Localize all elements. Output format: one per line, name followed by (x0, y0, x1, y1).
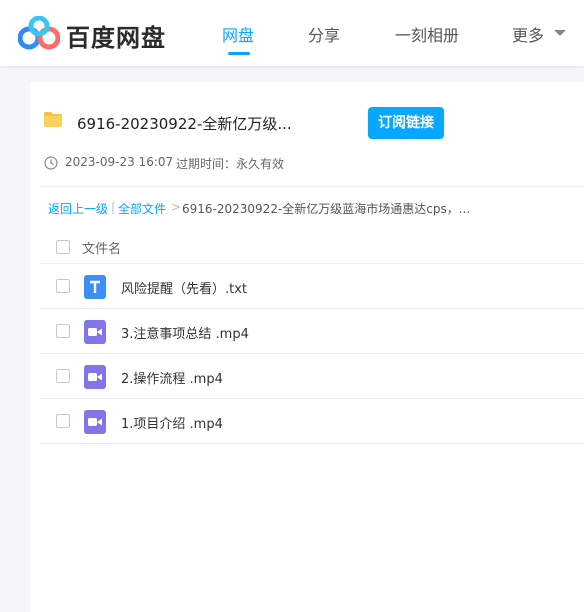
nav-album[interactable]: 一刻相册 (395, 22, 459, 46)
row-divider (40, 443, 584, 444)
row-checkbox[interactable] (56, 369, 70, 383)
txt-file-icon (84, 275, 106, 299)
video-file-icon (84, 365, 106, 389)
file-name[interactable]: 风险提醒（先看）.txt (121, 278, 247, 297)
chevron-down-icon[interactable] (554, 30, 566, 36)
share-card: 6916-20230922-全新亿万级... 订阅链接 2023-09-23 1… (30, 82, 584, 612)
file-row[interactable]: 3.注意事项总结 .mp4 (40, 309, 584, 354)
select-all-checkbox[interactable] (56, 240, 70, 254)
baidu-netdisk-logo-icon[interactable] (18, 16, 60, 52)
breadcrumb-arrow: > (171, 200, 182, 214)
nav-share[interactable]: 分享 (308, 22, 340, 46)
breadcrumb-separator: | (111, 200, 116, 214)
folder-icon (44, 112, 62, 127)
column-header-filename[interactable]: 文件名 (82, 238, 121, 257)
nav-more[interactable]: 更多 (512, 22, 544, 46)
expire-time: 过期时间：永久有效 (176, 157, 285, 171)
row-checkbox[interactable] (56, 324, 70, 338)
row-checkbox[interactable] (56, 414, 70, 428)
nav-netdisk[interactable]: 网盘 (222, 22, 254, 46)
file-name[interactable]: 3.注意事项总结 .mp4 (121, 323, 249, 342)
file-row[interactable]: 2.操作流程 .mp4 (40, 354, 584, 399)
active-nav-indicator (228, 52, 250, 55)
subscribe-button[interactable]: 订阅链接 (368, 107, 444, 139)
file-row[interactable]: 1.项目介绍 .mp4 (40, 399, 584, 444)
video-file-icon (84, 320, 106, 344)
brand-name[interactable]: 百度网盘 (66, 18, 166, 53)
top-bar: 百度网盘 网盘 分享 一刻相册 更多 (0, 0, 584, 66)
breadcrumb-current: 6916-20230922-全新亿万级蓝海市场通惠达cps，... (182, 202, 471, 216)
clock-icon (44, 156, 58, 170)
breadcrumb-back-link[interactable]: 返回上一级 (48, 200, 108, 217)
file-name[interactable]: 1.项目介绍 .mp4 (121, 413, 223, 432)
row-checkbox[interactable] (56, 279, 70, 293)
share-title: 6916-20230922-全新亿万级... (77, 115, 292, 133)
divider (40, 186, 584, 187)
share-date: 2023-09-23 16:07 (65, 155, 174, 169)
video-file-icon (84, 410, 106, 434)
file-name[interactable]: 2.操作流程 .mp4 (121, 368, 223, 387)
file-row[interactable]: 风险提醒（先看）.txt (40, 264, 584, 309)
breadcrumb-all-files-link[interactable]: 全部文件 (118, 200, 166, 217)
